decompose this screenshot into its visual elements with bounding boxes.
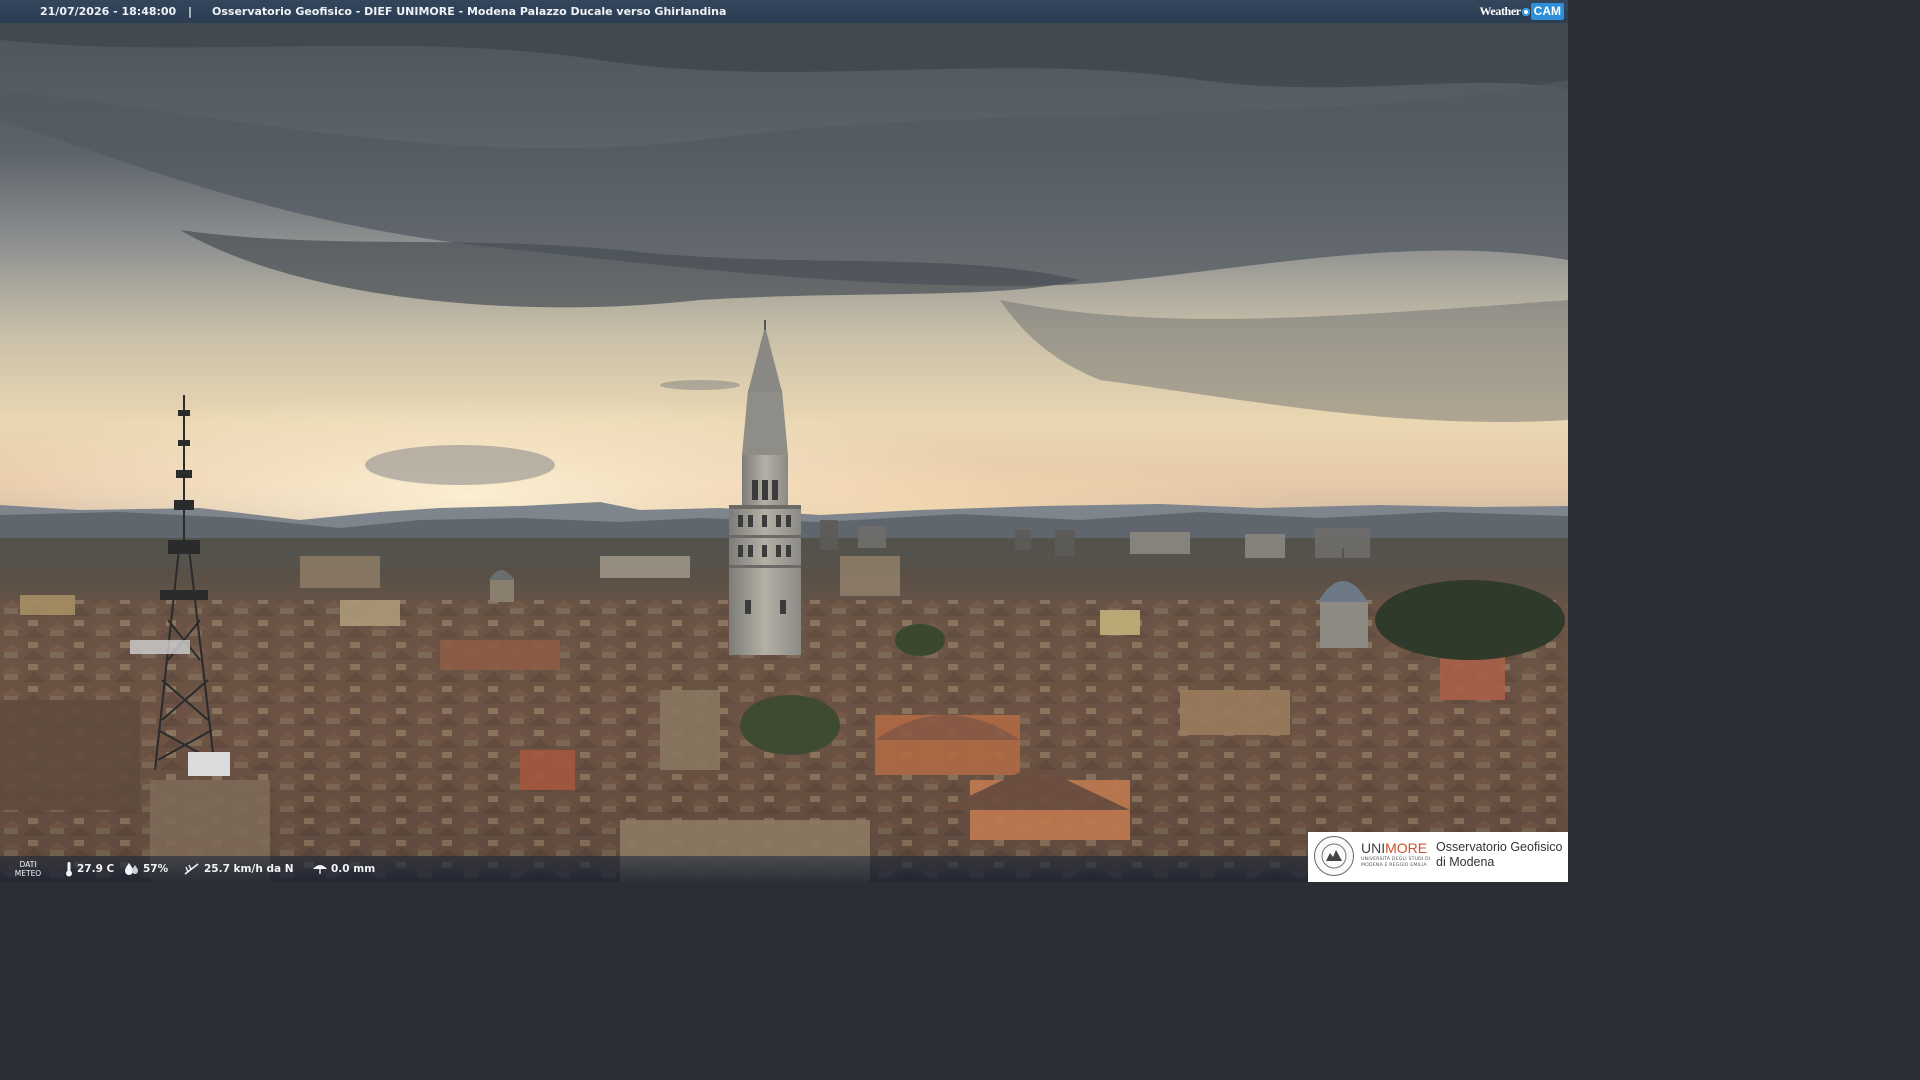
unimore-wordmark: UNIMORE [1361, 840, 1427, 856]
observatory-name-line1: Osservatorio Geofisico [1436, 840, 1563, 854]
caption-bar: 21/07/2026 - 18:48:00 | Osservatorio Geo… [0, 0, 1568, 23]
wind-readout: 25.7 km/h da N [183, 856, 294, 882]
wind-value: 25.7 km/h da N [204, 863, 294, 875]
humidity-readout: 57% [124, 856, 168, 882]
unimore-wordmark-more: MORE [1385, 840, 1428, 856]
rain-readout: 0.0 mm [312, 856, 375, 882]
rain-value: 0.0 mm [331, 863, 376, 875]
rain-umbrella-icon [313, 865, 327, 874]
university-seal-icon [1314, 836, 1354, 876]
temperature-readout: 27.9 C [64, 856, 114, 882]
caption-separator: | [188, 5, 193, 18]
weather-data-label: DATI METEO [14, 860, 42, 878]
wind-arrow-icon [184, 863, 199, 875]
webcam-photo [0, 0, 1568, 882]
thermometer-icon [66, 862, 72, 877]
humidity-value: 57% [143, 863, 169, 875]
temperature-value: 27.9 C [77, 863, 115, 875]
observatory-name: Osservatorio Geofisico di Modena [1436, 840, 1562, 870]
observatory-name-line2: di Modena [1436, 855, 1495, 869]
unimore-wordmark-uni: UNI [1361, 840, 1386, 856]
unimore-observatory-logo: UNIMORE UNIVERSITÀ DEGLI STUDI DI MODENA… [1308, 832, 1568, 882]
weathercam-logo: Weather CAM [1479, 3, 1564, 20]
timestamp: 21/07/2026 - 18:48:00 [40, 5, 177, 18]
weathercam-logo-weather: Weather [1479, 4, 1521, 18]
camera-title: Osservatorio Geofisico - DIEF UNIMORE - … [212, 5, 727, 18]
humidity-drops-icon [125, 863, 138, 875]
university-subtitle: UNIVERSITÀ DEGLI STUDI DI MODENA E REGGI… [1361, 857, 1431, 868]
weathercam-logo-cam: CAM [1530, 3, 1564, 20]
camera-eye-icon [1521, 7, 1530, 16]
weather-data-bar: DATI METEO 27.9 C 57% 25.7 km/h da N 0.0… [0, 856, 1308, 882]
